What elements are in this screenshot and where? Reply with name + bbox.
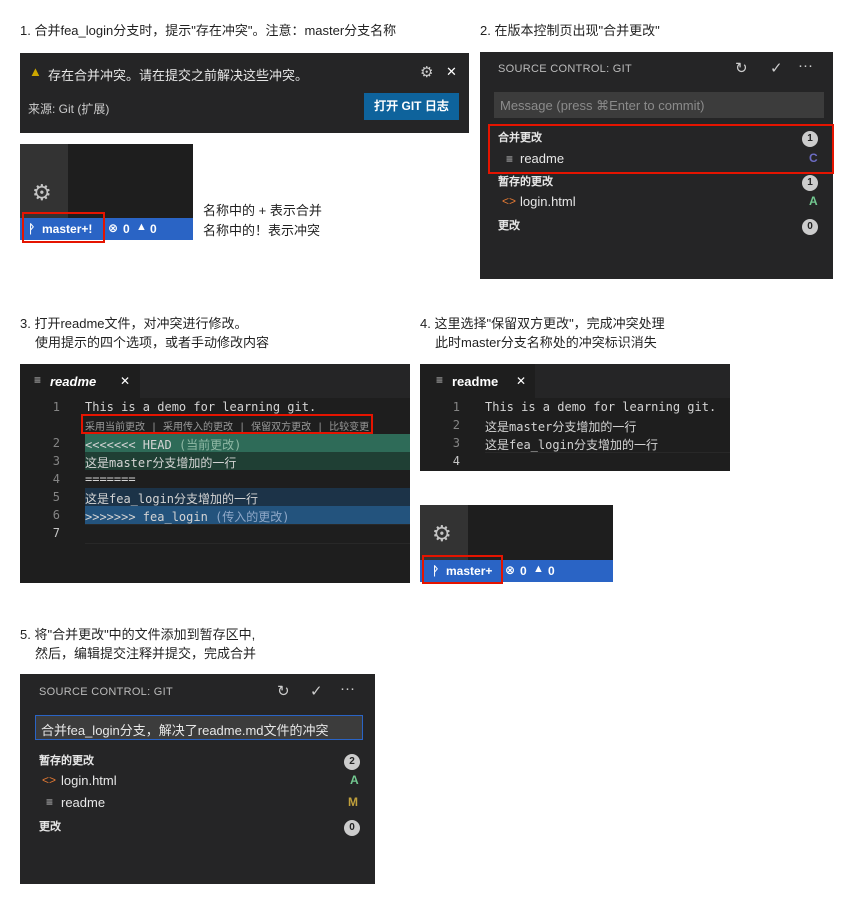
warning-icon: ▲ xyxy=(533,563,544,575)
staged-count-badge: 2 xyxy=(344,751,360,770)
error-icon: ⊗ xyxy=(108,221,119,235)
cursor-line xyxy=(485,452,730,471)
editor-area xyxy=(468,505,613,560)
manage-gear-icon[interactable]: ⚙ xyxy=(432,521,452,547)
caption-step1: 1. 合并fea_login分支时，提示"存在冲突"。注意：master分支名称 xyxy=(20,23,397,38)
commit-check-icon[interactable]: ✓ xyxy=(310,682,323,700)
commit-message-input[interactable]: Message (press ⌘Enter to commit) xyxy=(494,92,824,118)
file-lines-icon: ≡ xyxy=(46,795,54,809)
staged-count-badge: 1 xyxy=(802,172,818,191)
file-lines-icon: ≡ xyxy=(436,373,444,387)
code-area[interactable]: 1 This is a demo for learning git. 2 这是m… xyxy=(420,398,730,471)
note-plus: 名称中的 + 表示合并 xyxy=(203,203,322,218)
code-line: <<<<<<< HEAD (当前更改) xyxy=(85,438,242,452)
code-line: 这是fea_login分支增加的一行 xyxy=(85,492,259,506)
gear-icon[interactable]: ⚙ xyxy=(420,63,433,81)
close-tab-icon[interactable]: ✕ xyxy=(516,374,526,388)
code-line: >>>>>>> fea_login (传入的更改) xyxy=(85,510,290,524)
line-number: 3 xyxy=(52,454,60,468)
code-line: 这是fea_login分支增加的一行 xyxy=(485,438,659,452)
tab-readme[interactable]: ≡ readme ✕ xyxy=(420,364,535,398)
highlight-codelens xyxy=(81,414,373,434)
commit-message-input[interactable]: 合并fea_login分支，解决了readme.md文件的冲突 xyxy=(35,715,363,740)
cursor-line xyxy=(85,524,410,544)
notification-message: 存在合并冲突。请在提交之前解决这些冲突。 xyxy=(48,68,309,83)
close-tab-icon[interactable]: ✕ xyxy=(120,374,130,388)
close-icon[interactable]: ✕ xyxy=(446,64,457,80)
tab-title: readme xyxy=(452,374,499,389)
code-line: This is a demo for learning git. xyxy=(85,400,317,414)
notification-source: 来源: Git (扩展) xyxy=(28,102,110,116)
line-number: 3 xyxy=(452,436,460,450)
line-number: 4 xyxy=(452,454,460,468)
added-status: A xyxy=(809,194,818,208)
error-count[interactable]: 0 xyxy=(520,564,527,578)
caption-step3-line1: 3. 打开readme文件，对冲突进行修改。 xyxy=(20,316,248,331)
caption-step2: 2. 在版本控制页出现"合并更改" xyxy=(480,23,660,38)
merge-conflict-notification: ▲ 存在合并冲突。请在提交之前解决这些冲突。 ⚙ ✕ 来源: Git (扩展) … xyxy=(20,53,469,133)
staged-file-readme[interactable]: readme xyxy=(61,795,105,810)
line-number: 4 xyxy=(52,472,60,486)
caption-step5-line2: 然后，编辑提交注释并提交，完成合并 xyxy=(35,646,257,661)
modified-status: M xyxy=(348,795,358,809)
line-number: 1 xyxy=(52,400,60,414)
code-line: 这是master分支增加的一行 xyxy=(85,456,237,470)
line-number: 1 xyxy=(452,400,460,414)
code-file-icon: <> xyxy=(42,773,57,787)
commit-check-icon[interactable]: ✓ xyxy=(770,59,783,77)
note-bang: 名称中的！表示冲突 xyxy=(203,223,321,238)
changes-count-badge: 0 xyxy=(802,216,818,235)
code-line: ======= xyxy=(85,472,136,486)
section-staged-changes[interactable]: 暂存的更改 xyxy=(39,752,94,768)
warning-icon: ▲ xyxy=(136,221,147,233)
open-git-log-button[interactable]: 打开 GIT 日志 xyxy=(364,93,459,120)
refresh-icon[interactable]: ↻ xyxy=(277,682,290,700)
highlight-merge-changes xyxy=(488,124,834,174)
panel-title: SOURCE CONTROL: GIT xyxy=(498,63,633,75)
highlight-branch-2 xyxy=(422,555,503,584)
section-staged-changes[interactable]: 暂存的更改 xyxy=(498,173,553,189)
code-line: 这是master分支增加的一行 xyxy=(485,420,637,434)
error-count[interactable]: 0 xyxy=(123,222,130,236)
more-actions-icon[interactable]: ··· xyxy=(340,680,355,697)
editor-resolved: ≡ readme ✕ 1 This is a demo for learning… xyxy=(420,364,730,471)
refresh-icon[interactable]: ↻ xyxy=(735,59,748,77)
source-control-panel-2: SOURCE CONTROL: GIT ↻ ✓ ··· 合并fea_login分… xyxy=(20,674,375,884)
commit-placeholder: Message (press ⌘Enter to commit) xyxy=(500,98,705,113)
manage-gear-icon[interactable]: ⚙ xyxy=(32,180,52,206)
warning-count[interactable]: 0 xyxy=(150,222,157,236)
code-file-icon: <> xyxy=(502,194,517,208)
caption-step4-line1: 4. 这里选择"保留双方更改"，完成冲突处理 xyxy=(420,316,665,331)
caption-step4-line2: 此时master分支名称处的冲突标识消失 xyxy=(435,335,657,350)
warning-count[interactable]: 0 xyxy=(548,564,555,578)
panel-title: SOURCE CONTROL: GIT xyxy=(39,686,174,698)
line-number: 5 xyxy=(52,490,60,504)
more-actions-icon[interactable]: ··· xyxy=(798,57,813,74)
file-lines-icon: ≡ xyxy=(34,373,42,387)
staged-file-login[interactable]: login.html xyxy=(61,773,117,788)
section-changes[interactable]: 更改 xyxy=(498,217,520,233)
warning-icon: ▲ xyxy=(29,64,42,79)
commit-message-text: 合并fea_login分支，解决了readme.md文件的冲突 xyxy=(41,723,329,738)
line-number: 2 xyxy=(452,418,460,432)
caption-step3-line2: 使用提示的四个选项，或者手动修改内容 xyxy=(35,335,270,350)
editor-area xyxy=(68,144,193,218)
changes-count-badge: 0 xyxy=(344,817,360,836)
highlight-branch-1 xyxy=(22,212,105,243)
caption-step5-line1: 5. 将"合并更改"中的文件添加到暂存区中, xyxy=(20,627,256,642)
staged-file-login[interactable]: login.html xyxy=(520,194,576,209)
section-changes[interactable]: 更改 xyxy=(39,818,61,834)
line-number: 7 xyxy=(52,526,60,540)
tab-title: readme xyxy=(50,374,97,389)
editor-conflict: ≡ readme ✕ 1 This is a demo for learning… xyxy=(20,364,410,583)
code-line: This is a demo for learning git. xyxy=(485,400,717,414)
added-status: A xyxy=(350,773,359,787)
line-number: 2 xyxy=(52,436,60,450)
error-icon: ⊗ xyxy=(505,563,516,577)
tab-readme[interactable]: ≡ readme ✕ xyxy=(20,364,140,398)
line-number: 6 xyxy=(52,508,60,522)
